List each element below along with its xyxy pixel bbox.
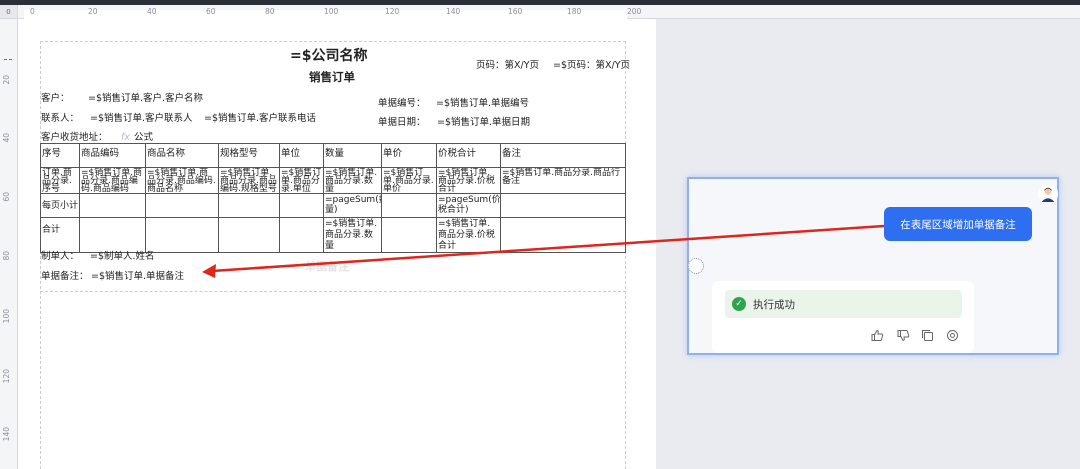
- table-cell[interactable]: [218, 217, 280, 253]
- page-number-label[interactable]: 页码：第X/Y页: [476, 57, 539, 71]
- table-header-row: 序号 商品编码 商品名称 规格型号 单位 数量 单价 价税合计 备注: [40, 143, 626, 168]
- contact-label[interactable]: 联系人：: [41, 110, 79, 124]
- header-cell[interactable]: 序号: [40, 143, 80, 168]
- copy-icon[interactable]: [921, 327, 934, 341]
- thumbs-down-icon[interactable]: [897, 327, 910, 342]
- ruler-tick: 20: [2, 75, 11, 85]
- table-cell[interactable]: =$销售订单.商品分录.数量: [323, 217, 382, 253]
- maker-label[interactable]: 制单人：: [41, 248, 79, 262]
- table-cell[interactable]: =$销售订单.商品分录.价税合计: [436, 217, 501, 253]
- table-cell[interactable]: =$销售订单.商品分录.商品编码.规格型号: [218, 167, 280, 194]
- bill-no-field[interactable]: =$销售订单.单据编号: [436, 95, 529, 109]
- horizontal-ruler: 0 20 40 60 80 100 120 140 160 180 200: [0, 5, 1080, 24]
- customer-label[interactable]: 客户：: [41, 90, 70, 104]
- table-cell[interactable]: [500, 217, 626, 253]
- ruler-tick: 80: [2, 251, 11, 261]
- header-cell[interactable]: 价税合计: [436, 143, 501, 168]
- success-message: ✓ 执行成功: [725, 290, 962, 318]
- refresh-icon[interactable]: [946, 327, 959, 341]
- table-cell[interactable]: 订单.商品分录.序号: [40, 167, 80, 194]
- user-message-bubble: 在表尾区域增加单据备注: [884, 207, 1032, 241]
- header-cell[interactable]: 商品名称: [145, 143, 219, 168]
- ruler-tick: 160: [508, 7, 523, 16]
- table-cell[interactable]: [218, 193, 280, 218]
- table-cell[interactable]: =$销售订单.商品分录.商品行备注: [500, 167, 626, 194]
- header-cell[interactable]: 单位: [279, 143, 324, 168]
- table-cell[interactable]: 每页小计: [40, 193, 80, 218]
- ruler-tick: 100: [2, 309, 11, 324]
- company-name-field[interactable]: =$公司名称: [290, 45, 367, 65]
- header-cell[interactable]: 数量: [323, 143, 382, 168]
- check-circle-icon: ✓: [732, 297, 746, 311]
- table-cell[interactable]: [145, 217, 219, 253]
- watermark-text: 单据备注: [305, 260, 349, 273]
- table-cell[interactable]: =$销售订单.商品分录.数量: [323, 167, 382, 194]
- table-cell[interactable]: [145, 193, 219, 218]
- table-cell[interactable]: =$销售订单.商品分录.商品编码.商品编码: [79, 167, 146, 194]
- thumbs-up-icon[interactable]: [871, 327, 884, 341]
- user-avatar-icon: [1038, 184, 1058, 204]
- contact-field[interactable]: =$销售订单.客户联系人: [90, 110, 193, 124]
- ruler-marker: [4, 59, 12, 60]
- header-cell[interactable]: 单价: [381, 143, 437, 168]
- ruler-tick: 200: [627, 7, 642, 16]
- address-value: 公式: [133, 132, 153, 143]
- table-cell[interactable]: [381, 193, 437, 218]
- assistant-loading-icon: [688, 258, 704, 274]
- ruler-tick: 140: [446, 7, 461, 16]
- maker-field[interactable]: =$制单人.姓名: [90, 248, 155, 262]
- ruler-tick: 120: [385, 7, 400, 16]
- table-cell[interactable]: =pageSum(价税合计): [436, 193, 501, 218]
- bill-note-field[interactable]: =$销售订单.单据备注: [91, 268, 184, 282]
- success-text: 执行成功: [753, 298, 795, 311]
- ruler-corner: 0: [0, 5, 18, 19]
- header-cell[interactable]: 商品编码: [79, 143, 146, 168]
- footer-band-border: [40, 291, 626, 292]
- ruler-tick: 0: [30, 7, 35, 16]
- bill-note-label[interactable]: 单据备注：: [41, 268, 89, 282]
- header-cell[interactable]: 备注: [500, 143, 626, 168]
- page-top-border: [40, 41, 626, 42]
- table-row: 每页小计 =pageSum(数量) =pageSum(价税合计): [40, 193, 626, 218]
- customer-field[interactable]: =$销售订单.客户.客户名称: [88, 90, 203, 104]
- table-cell[interactable]: [279, 217, 324, 253]
- bill-no-label[interactable]: 单据编号：: [378, 95, 426, 109]
- ruler-tick: 120: [2, 369, 11, 384]
- vertical-ruler: 20 40 60 80 100 120 140: [0, 19, 18, 469]
- page-number-field[interactable]: =$页码：第X/Y页: [553, 57, 630, 71]
- ruler-tick: 40: [2, 133, 11, 143]
- table-cell[interactable]: =$销售订单.商品分录.商品编码.商品名称: [145, 167, 219, 194]
- detail-table[interactable]: 序号 商品编码 商品名称 规格型号 单位 数量 单价 价税合计 备注 订单.商品…: [40, 143, 626, 253]
- table-cell[interactable]: =$销售订单.商品分录.单价: [381, 167, 437, 194]
- bill-date-label[interactable]: 单据日期：: [378, 114, 426, 128]
- table-cell[interactable]: [500, 193, 626, 218]
- table-cell[interactable]: [79, 193, 146, 218]
- address-label[interactable]: 客户收货地址：: [41, 129, 108, 143]
- header-cell[interactable]: 规格型号: [218, 143, 280, 168]
- report-title[interactable]: 销售订单: [309, 69, 355, 85]
- ruler-tick: 140: [2, 427, 11, 442]
- table-row: 订单.商品分录.序号 =$销售订单.商品分录.商品编码.商品编码 =$销售订单.…: [40, 167, 626, 194]
- ruler-tick: 180: [567, 7, 582, 16]
- contact-phone-field[interactable]: =$销售订单.客户联系电话: [204, 110, 316, 124]
- bill-date-field[interactable]: =$销售订单.单据日期: [437, 114, 530, 128]
- table-cell[interactable]: [381, 217, 437, 253]
- ruler-tick: 80: [265, 7, 275, 16]
- table-cell[interactable]: [279, 193, 324, 218]
- address-field[interactable]: fx 公式: [121, 129, 153, 143]
- formula-icon: fx: [121, 132, 130, 143]
- table-cell[interactable]: =$销售订单.商品分录.单位: [279, 167, 324, 194]
- table-cell[interactable]: =$销售订单.商品分录.价税合计: [436, 167, 501, 194]
- ruler-tick: 40: [147, 7, 157, 16]
- ruler-tick: 60: [2, 192, 11, 202]
- ruler-tick: 60: [206, 7, 216, 16]
- ruler-tick: 100: [324, 7, 339, 16]
- ruler-tick: 20: [88, 7, 98, 16]
- table-cell[interactable]: =pageSum(数量): [323, 193, 382, 218]
